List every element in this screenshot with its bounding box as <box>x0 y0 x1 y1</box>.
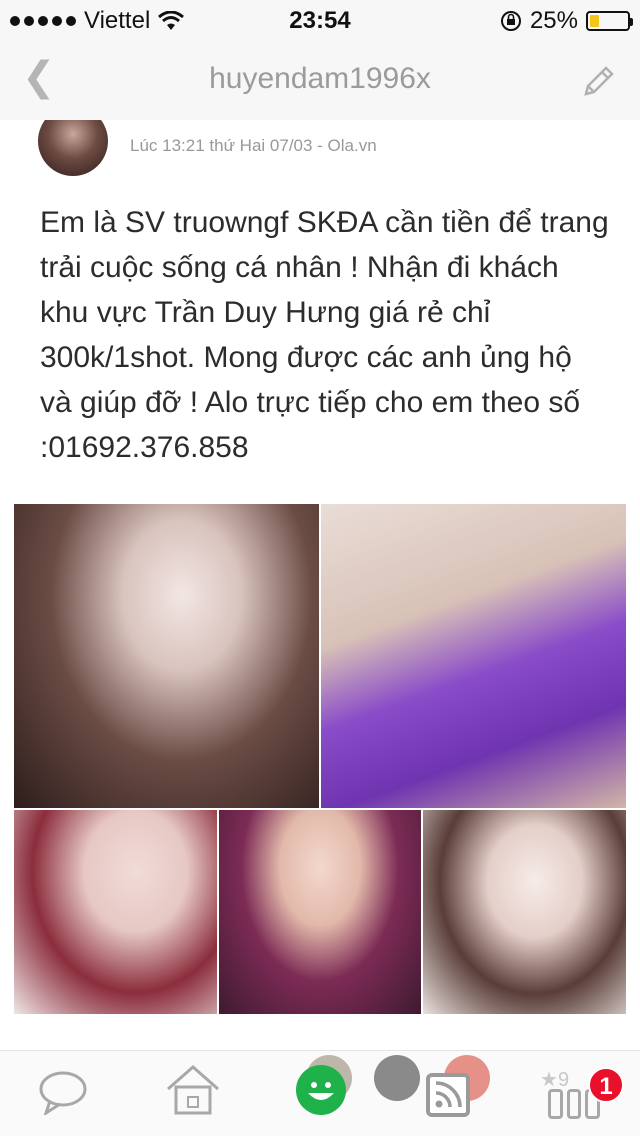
post-photo-3[interactable] <box>14 810 217 1014</box>
battery-icon <box>586 11 633 31</box>
smiley-icon[interactable] <box>296 1065 346 1115</box>
battery-percent: 25% <box>529 7 578 34</box>
rss-icon[interactable] <box>426 1073 470 1117</box>
rss-feed-icon <box>435 1081 462 1108</box>
home-icon[interactable] <box>164 1063 222 1115</box>
post-photo-1[interactable] <box>14 504 319 808</box>
thumbnail-circle <box>374 1055 420 1101</box>
rotation-lock-icon <box>500 11 521 31</box>
pencil-icon[interactable] <box>580 62 618 100</box>
smiley-face-icon <box>308 1082 334 1100</box>
post-photo-5[interactable] <box>423 810 626 1014</box>
page-title: huyendam1996x <box>209 62 431 95</box>
post-photo-4[interactable] <box>219 810 421 1014</box>
avatar[interactable] <box>38 120 108 176</box>
nav-bar: ❮ huyendam1996x <box>0 40 640 120</box>
post-photo-2[interactable] <box>321 504 626 808</box>
post-card: Lúc 13:21 thứ Hai 07/03 - Ola.vn Em là S… <box>0 120 640 1050</box>
chat-icon[interactable] <box>38 1069 88 1115</box>
notification-badge: 1 <box>588 1067 624 1103</box>
tab-bar: ★9 1 <box>0 1050 640 1136</box>
star-count-value: 9 <box>557 1069 570 1091</box>
post-body: Em là SV truowngf SKĐA cần tiền để trang… <box>40 206 609 464</box>
post-meta: Lúc 13:21 thứ Hai 07/03 - Ola.vn <box>130 136 377 155</box>
battery-level <box>590 15 599 27</box>
status-bar: Viettel 23:54 25% <box>0 0 640 40</box>
